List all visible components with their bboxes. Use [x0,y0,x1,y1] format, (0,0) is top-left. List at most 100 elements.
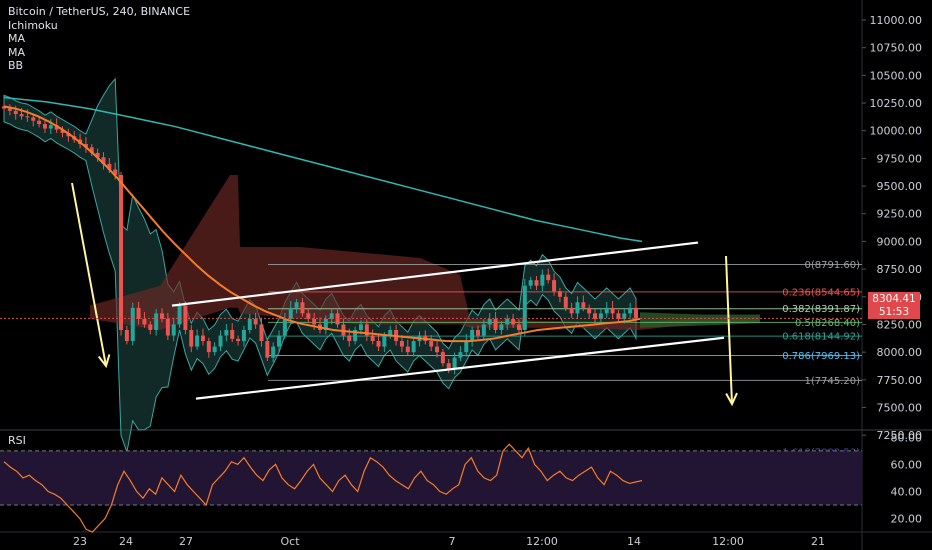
fib-level-label: 0.5(8268.40) [795,318,860,329]
price-tick-label: 9750.00 [877,152,923,165]
candle-body [557,291,562,297]
chart-legend: Bitcoin / TetherUS, 240, BINANCE Ichimok… [8,5,190,73]
candle-body [522,285,527,330]
candle-body [458,352,463,358]
candle-body [13,110,18,115]
candle-body [347,335,352,342]
candle-body [154,313,159,330]
candle-body [452,357,457,369]
candle-body [171,324,176,336]
price-tick-label: 9500.00 [877,180,923,193]
candle-body [575,302,580,314]
candle-body [399,341,404,347]
fib-level-label: 0.618(8144.92) [782,332,860,343]
price-tick-label: 10250.00 [870,97,923,110]
legend-ma-2[interactable]: MA [8,46,190,60]
candle-body [259,324,264,342]
candle-body [142,318,147,325]
candle-body [37,120,42,125]
time-tick-label: 27 [179,535,193,548]
rsi-band-fill [0,450,862,505]
time-tick-label: 14 [627,535,641,548]
candle-body [429,341,434,347]
candle-body [183,305,188,330]
candle-body [481,324,486,336]
candle-body [405,346,410,353]
candle-body [534,280,539,286]
candle-body [411,341,416,353]
candle-body [300,302,305,314]
candle-body [294,302,299,308]
candle-body [282,318,287,336]
candle-body [230,329,235,339]
candle-body [148,324,153,330]
candle-body [212,346,217,353]
candle-body [206,341,211,353]
current-price-tag: 8304.41 [868,292,920,306]
price-tick-label: 9000.00 [877,235,923,248]
candle-body [247,318,252,330]
time-tick-label: Oct [280,535,300,548]
candle-body [124,329,129,342]
candle-body [476,329,480,336]
candle-body [119,174,124,330]
candle-body [546,274,551,281]
candle-body [370,335,375,342]
candle-body [288,307,293,319]
candle-body [165,318,170,336]
time-tick-label: 12:00 [712,535,744,548]
rsi-tick-label: 40.00 [891,485,923,498]
candle-body [253,318,258,325]
candle-body [446,363,451,369]
price-tick-label: 11000.00 [870,14,923,27]
candle-body [499,324,504,330]
candle-body [528,280,533,286]
candle-body [610,307,615,314]
candle-body [200,335,205,342]
candle-body [42,124,47,129]
candle-body [563,296,568,308]
candle-body [505,318,510,325]
candle-body [511,318,516,325]
price-tick-label: 8000.00 [877,346,923,359]
time-tick-label: 23 [73,535,87,548]
candle-body [218,335,223,347]
candle-body [48,125,53,129]
candle-body [177,305,182,325]
fib-level-label: 0(8791.60) [804,260,860,271]
price-chart[interactable]: 0(8791.60) 0.236(8544.65) 0.382(8391.87) 0.… [0,0,932,550]
candle-body [464,341,469,353]
fib-level-label: 0.236(8544.65) [782,287,860,298]
candle-body [277,335,282,347]
candle-body [236,338,241,342]
price-tick-label: 8250.00 [877,318,923,331]
candle-body [435,346,440,353]
candle-body [569,307,574,314]
candle-body [19,114,24,117]
candle-body [493,318,498,330]
rsi-legend[interactable]: RSI [8,434,26,447]
chart-root: 0(8791.60) 0.236(8544.65) 0.382(8391.87) 0.… [0,0,932,550]
time-tick-label: 24 [119,535,133,548]
bar-countdown-tag: 51:53 [868,306,920,319]
rsi-tick-label: 60.00 [891,458,923,471]
legend-bb[interactable]: BB [8,59,190,73]
price-tick-label: 10750.00 [870,42,923,55]
time-tick-label: 12:00 [526,535,558,548]
candle-body [487,318,492,325]
candle-body [628,307,633,314]
time-tick-label: 21 [811,535,825,548]
fib-level-label: 1(7745.20) [804,376,860,387]
candle-body [31,117,36,121]
legend-ma-1[interactable]: MA [8,32,190,46]
candle-body [265,341,270,358]
price-tick-label: 10000.00 [870,125,923,138]
price-tick-label: 8750.00 [877,263,923,276]
candle-body [440,352,445,364]
candle-body [581,302,586,308]
candle-body [382,335,387,347]
legend-ichimoku[interactable]: Ichimoku [8,19,190,33]
candle-body [136,307,141,319]
candle-body [604,307,609,314]
price-tick-label: 10500.00 [870,69,923,82]
